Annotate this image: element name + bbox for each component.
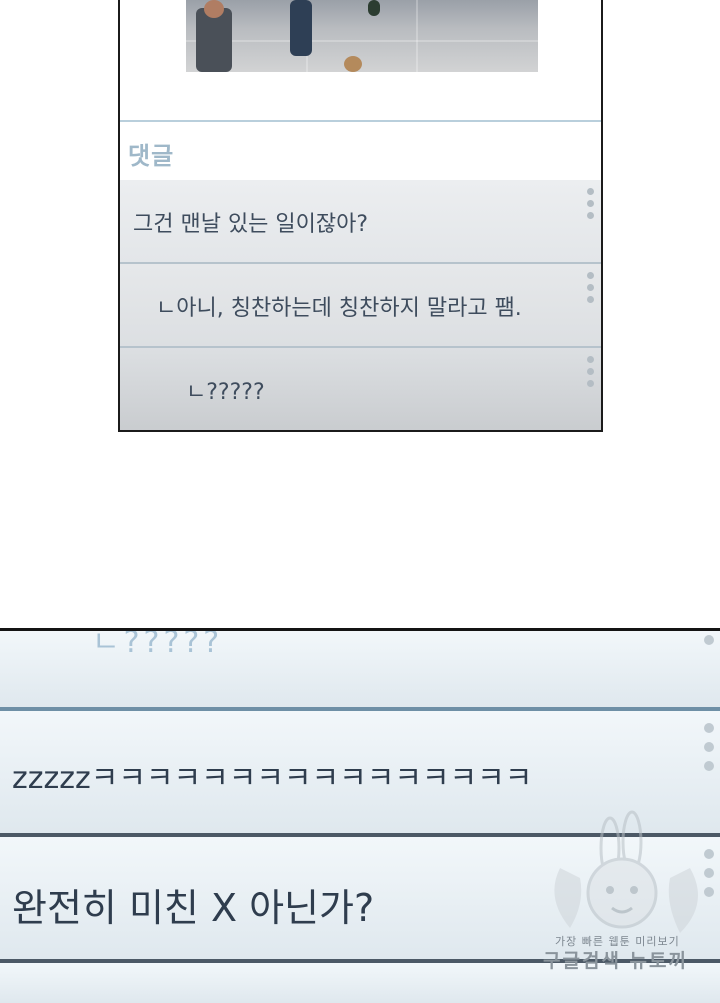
comment-text: ㄴ?????	[92, 628, 224, 660]
comment-reply-row[interactable]: ㄴ?????	[0, 631, 720, 707]
comment-text: ㄴ?????	[186, 380, 265, 405]
comment-reply-row[interactable]: ㄴ아니, 칭찬하는데 칭찬하지 말라고 팸.	[120, 264, 601, 348]
watermark-title: 구글검색 뉴토끼	[543, 950, 688, 972]
more-options-icon[interactable]	[587, 356, 595, 392]
more-options-icon[interactable]	[704, 635, 714, 654]
comment-text: ㄴ아니, 칭찬하는데 칭찬하지 말라고 팸.	[156, 296, 522, 321]
comment-text: 완전히 미친 X 아닌가?	[12, 886, 375, 930]
more-options-icon[interactable]	[587, 188, 595, 224]
more-options-icon[interactable]	[704, 723, 714, 780]
comment-text: zzzzzㅋㅋㅋㅋㅋㅋㅋㅋㅋㅋㅋㅋㅋㅋㅋㅋ	[12, 761, 533, 796]
comment-text: 그건 맨날 있는 일이잖아?	[133, 212, 369, 237]
comment-header: 댓글	[120, 120, 601, 182]
comment-reply-row[interactable]: ㄴ?????	[120, 348, 601, 430]
more-options-icon[interactable]	[587, 272, 595, 308]
comment-row[interactable]: 그건 맨날 있는 일이잖아?	[120, 180, 601, 264]
phone-comment-panel: 댓글 그건 맨날 있는 일이잖아? ㄴ아니, 칭찬하는데 칭찬하지 말라고 팸.…	[118, 0, 603, 432]
comic-scene-image	[186, 0, 538, 72]
comment-header-title: 댓글	[128, 142, 175, 170]
